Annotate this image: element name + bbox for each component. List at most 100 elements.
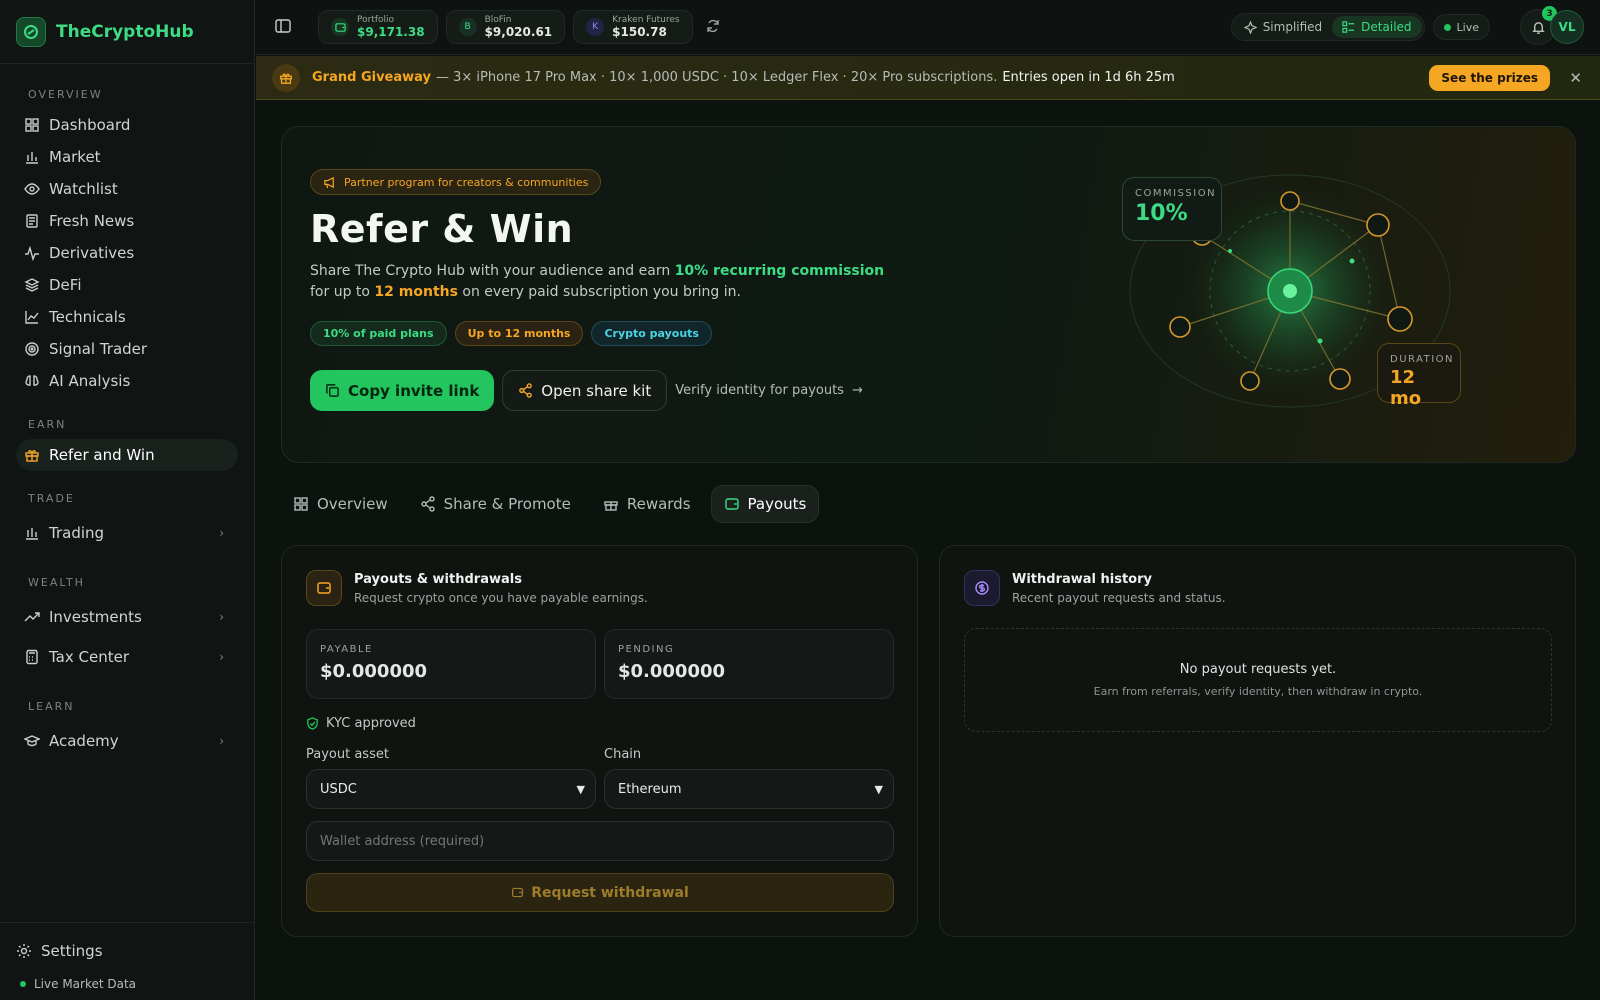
wallet-address-input[interactable] [306, 821, 894, 861]
candles-icon [26, 528, 38, 540]
pill-paid-plans: 10% of paid plans [310, 321, 447, 346]
sidebar-group-tax-center[interactable]: Tax Center › [0, 637, 254, 677]
calculator-icon [26, 649, 38, 665]
sidebar-group-trading[interactable]: Trading › [0, 513, 254, 553]
sidebar-item-technicals[interactable]: Technicals [0, 301, 254, 333]
chevron-right-icon: › [219, 650, 224, 664]
sidebar-item-fresh-news[interactable]: Fresh News [0, 205, 254, 237]
tab-label: Share & Promote [443, 495, 571, 513]
payable-stat: PAYABLE $0.000000 [306, 629, 596, 699]
kyc-label: KYC approved [326, 716, 416, 731]
share-kit-label: Open share kit [541, 381, 652, 400]
history-subtitle: Recent payout requests and status. [1012, 590, 1226, 605]
payouts-title: Payouts & withdrawals [354, 571, 522, 587]
kraken-icon: K [586, 18, 605, 36]
section-wealth: WEALTH [28, 576, 85, 589]
giveaway-countdown: Entries open in 1d 6h 25m [1002, 70, 1175, 85]
sidebar-toggle-button[interactable] [274, 17, 294, 37]
gift-icon [272, 63, 300, 92]
payout-asset-select[interactable]: USDC ▼ [306, 769, 596, 809]
refer-tabs: Overview Share & Promote Rewards Payouts [281, 485, 827, 523]
view-mode-toggle: Simplified Detailed [1230, 13, 1425, 41]
gift-icon [604, 501, 618, 511]
refer-hero: Partner program for creators & communiti… [281, 126, 1576, 463]
chain-select[interactable]: Ethereum ▼ [604, 769, 894, 809]
brand[interactable]: TheCryptoHub [0, 0, 254, 64]
giveaway-banner: Grand Giveaway — 3× iPhone 17 Pro Max · … [256, 56, 1600, 100]
account-balance: $9,020.61 [484, 25, 553, 39]
history-empty-state: No payout requests yet. Earn from referr… [964, 628, 1552, 732]
account-portfolio[interactable]: Portfolio $9,171.38 [318, 10, 438, 44]
view-detailed-button[interactable]: Detailed [1332, 16, 1422, 38]
sidebar-item-label: Technicals [49, 308, 126, 326]
duration-card: DURATION 12 mo [1377, 343, 1461, 409]
megaphone-icon [324, 176, 334, 188]
share-kit-button[interactable]: Open share kit [502, 370, 668, 411]
sidebar-item-dashboard[interactable]: Dashboard [0, 109, 254, 141]
tab-payouts[interactable]: Payouts [710, 485, 820, 523]
request-withdrawal-button[interactable]: Request withdrawal [306, 873, 894, 912]
settings-link[interactable]: Settings [0, 935, 254, 967]
sparkles-icon [1243, 20, 1257, 34]
sidebar-item-label: Refer and Win [49, 446, 155, 464]
withdrawal-history-card: Withdrawal history Recent payout request… [939, 545, 1576, 937]
eye-icon [24, 183, 40, 195]
sidebar-item-watchlist[interactable]: Watchlist [0, 173, 254, 205]
chevron-down-icon: ▼ [874, 782, 883, 796]
tab-label: Overview [317, 495, 388, 513]
share-icon [420, 496, 435, 512]
chart-line-icon [25, 311, 39, 324]
chevron-right-icon: › [219, 526, 224, 540]
copy-invite-label: Copy invite link [348, 381, 480, 400]
payouts-header: Payouts & withdrawals Request crypto onc… [282, 546, 917, 606]
account-balance: $9,171.38 [357, 25, 425, 39]
commission-value: 10% [1135, 201, 1188, 226]
bell-icon [1531, 21, 1545, 34]
live-dot [20, 981, 26, 987]
chain-value: Ethereum [618, 781, 682, 797]
sidebar-item-derivatives[interactable]: Derivatives [0, 237, 254, 269]
refresh-button[interactable] [705, 18, 723, 36]
share-icon [519, 383, 533, 398]
arrow-right-icon: → [851, 383, 863, 398]
market-icon [26, 152, 38, 164]
wallet-icon [512, 887, 524, 898]
shield-check-icon [307, 717, 318, 730]
sidebar-item-market[interactable]: Market [0, 141, 254, 173]
chevron-right-icon: › [219, 734, 224, 748]
see-prizes-button[interactable]: See the prizes [1429, 64, 1550, 91]
payable-label: PAYABLE [320, 644, 373, 655]
close-icon[interactable]: ✕ [1569, 69, 1582, 87]
account-balance: $150.78 [612, 25, 667, 39]
tab-share-promote[interactable]: Share & Promote [408, 485, 583, 523]
account-name: Portfolio [357, 15, 395, 25]
sidebar-item-ai-analysis[interactable]: AI Analysis [0, 365, 254, 397]
payout-asset-value: USDC [320, 781, 357, 797]
empty-subtitle: Earn from referrals, verify identity, th… [1093, 685, 1423, 698]
avatar[interactable]: VL [1550, 10, 1584, 44]
giveaway-prizes: — 3× iPhone 17 Pro Max · 10× 1,000 USDC … [436, 70, 998, 85]
pill-crypto-payouts: Crypto payouts [591, 321, 712, 346]
verify-identity-link[interactable]: Verify identity for payouts → [675, 383, 863, 398]
desc-part-1: Share The Crypto Hub with your audience … [310, 263, 671, 279]
sidebar-group-investments[interactable]: Investments › [0, 597, 254, 637]
live-dot [1443, 23, 1451, 31]
desc-commission: 10% recurring commission [674, 263, 885, 279]
tab-label: Rewards [626, 495, 691, 513]
account-kraken-futures[interactable]: K Kraken Futures $150.78 [573, 10, 693, 44]
dollar-coin-icon [964, 570, 1000, 606]
sidebar-item-refer-and-win[interactable]: Refer and Win [16, 439, 238, 471]
sidebar-item-label: Market [49, 148, 101, 166]
sidebar-group-academy[interactable]: Academy › [0, 721, 254, 761]
account-blofin[interactable]: B BloFin $9,020.61 [445, 10, 566, 44]
panel-icon [275, 19, 291, 33]
request-withdrawal-label: Request withdrawal [531, 884, 689, 901]
tab-rewards[interactable]: Rewards [591, 485, 703, 523]
copy-icon [326, 384, 339, 397]
tab-overview[interactable]: Overview [281, 485, 400, 523]
copy-invite-button[interactable]: Copy invite link [310, 370, 495, 411]
view-simplified-button[interactable]: Simplified [1234, 16, 1332, 38]
sidebar-item-signal-trader[interactable]: Signal Trader [0, 333, 254, 365]
sidebar-item-defi[interactable]: DeFi [0, 269, 254, 301]
list-icon [1342, 20, 1355, 33]
